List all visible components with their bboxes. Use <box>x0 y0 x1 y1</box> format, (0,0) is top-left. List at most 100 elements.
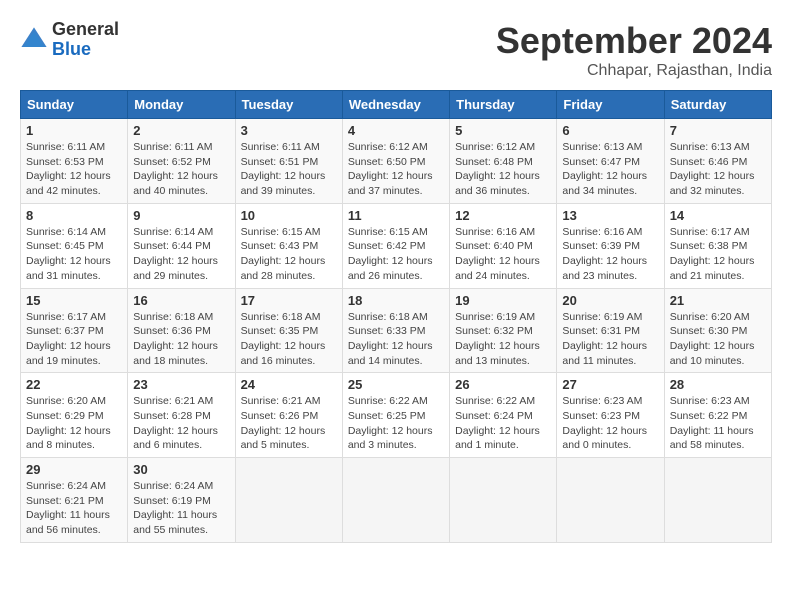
day-number: 12 <box>455 208 551 223</box>
day-number: 26 <box>455 377 551 392</box>
day-number: 22 <box>26 377 122 392</box>
day-number: 11 <box>348 208 444 223</box>
column-header-friday: Friday <box>557 91 664 119</box>
day-number: 27 <box>562 377 658 392</box>
day-info: Sunrise: 6:21 AMSunset: 6:28 PMDaylight:… <box>133 394 229 453</box>
calendar-cell: 18 Sunrise: 6:18 AMSunset: 6:33 PMDayligh… <box>342 288 449 373</box>
calendar-cell: 30Sunrise: 6:24 AMSunset: 6:19 PMDayligh… <box>128 458 235 543</box>
column-header-tuesday: Tuesday <box>235 91 342 119</box>
calendar-cell <box>450 458 557 543</box>
calendar-cell: 8 Sunrise: 6:14 AMSunset: 6:45 PMDaylight… <box>21 203 128 288</box>
day-number: 18 <box>348 293 444 308</box>
day-number: 21 <box>670 293 766 308</box>
day-info: Sunrise: 6:13 AMSunset: 6:47 PMDaylight:… <box>562 140 658 199</box>
month-title: September 2024 <box>496 20 772 62</box>
week-row-1: 1Sunrise: 6:11 AMSunset: 6:53 PMDaylight… <box>21 119 772 204</box>
day-info: Sunrise: 6:14 AMSunset: 6:44 PMDaylight:… <box>133 225 229 284</box>
day-info: Sunrise: 6:24 AMSunset: 6:21 PMDaylight:… <box>26 479 122 538</box>
day-info: Sunrise: 6:20 AMSunset: 6:29 PMDaylight:… <box>26 394 122 453</box>
column-header-saturday: Saturday <box>664 91 771 119</box>
column-header-sunday: Sunday <box>21 91 128 119</box>
day-info: Sunrise: 6:11 AMSunset: 6:52 PMDaylight:… <box>133 140 229 199</box>
week-row-3: 15Sunrise: 6:17 AMSunset: 6:37 PMDayligh… <box>21 288 772 373</box>
day-number: 2 <box>133 123 229 138</box>
day-info: Sunrise: 6:18 AMSunset: 6:33 PMDaylight:… <box>348 310 444 369</box>
day-info: Sunrise: 6:15 AMSunset: 6:43 PMDaylight:… <box>241 225 337 284</box>
day-info: Sunrise: 6:23 AMSunset: 6:22 PMDaylight:… <box>670 394 766 453</box>
day-number: 17 <box>241 293 337 308</box>
calendar-cell: 9 Sunrise: 6:14 AMSunset: 6:44 PMDaylight… <box>128 203 235 288</box>
calendar-cell: 2 Sunrise: 6:11 AMSunset: 6:52 PMDaylight… <box>128 119 235 204</box>
calendar-cell: 27 Sunrise: 6:23 AMSunset: 6:23 PMDayligh… <box>557 373 664 458</box>
calendar-cell <box>235 458 342 543</box>
calendar-cell: 20 Sunrise: 6:19 AMSunset: 6:31 PMDayligh… <box>557 288 664 373</box>
calendar-cell: 6Sunrise: 6:13 AMSunset: 6:47 PMDaylight… <box>557 119 664 204</box>
calendar-cell: 21Sunrise: 6:20 AMSunset: 6:30 PMDayligh… <box>664 288 771 373</box>
calendar-cell: 3Sunrise: 6:11 AMSunset: 6:51 PMDaylight… <box>235 119 342 204</box>
week-row-5: 29 Sunrise: 6:24 AMSunset: 6:21 PMDayligh… <box>21 458 772 543</box>
day-number: 13 <box>562 208 658 223</box>
logo-general-text: General <box>52 20 119 40</box>
week-row-2: 8 Sunrise: 6:14 AMSunset: 6:45 PMDaylight… <box>21 203 772 288</box>
calendar-cell: 16Sunrise: 6:18 AMSunset: 6:36 PMDayligh… <box>128 288 235 373</box>
day-info: Sunrise: 6:12 AMSunset: 6:48 PMDaylight:… <box>455 140 551 199</box>
day-info: Sunrise: 6:17 AMSunset: 6:37 PMDaylight:… <box>26 310 122 369</box>
calendar-cell: 19Sunrise: 6:19 AMSunset: 6:32 PMDayligh… <box>450 288 557 373</box>
day-info: Sunrise: 6:11 AMSunset: 6:51 PMDaylight:… <box>241 140 337 199</box>
calendar-cell: 5 Sunrise: 6:12 AMSunset: 6:48 PMDaylight… <box>450 119 557 204</box>
day-number: 10 <box>241 208 337 223</box>
calendar-body: 1Sunrise: 6:11 AMSunset: 6:53 PMDaylight… <box>21 119 772 543</box>
calendar-cell: 13 Sunrise: 6:16 AMSunset: 6:39 PMDayligh… <box>557 203 664 288</box>
calendar-cell: 11 Sunrise: 6:15 AMSunset: 6:42 PMDayligh… <box>342 203 449 288</box>
calendar-cell: 10 Sunrise: 6:15 AMSunset: 6:43 PMDayligh… <box>235 203 342 288</box>
title-block: September 2024 Chhapar, Rajasthan, India <box>496 20 772 80</box>
day-info: Sunrise: 6:11 AMSunset: 6:53 PMDaylight:… <box>26 140 122 199</box>
calendar-cell: 14Sunrise: 6:17 AMSunset: 6:38 PMDayligh… <box>664 203 771 288</box>
page-header: General Blue September 2024 Chhapar, Raj… <box>20 20 772 80</box>
calendar-cell <box>557 458 664 543</box>
column-headers-row: SundayMondayTuesdayWednesdayThursdayFrid… <box>21 91 772 119</box>
day-number: 8 <box>26 208 122 223</box>
day-info: Sunrise: 6:19 AMSunset: 6:31 PMDaylight:… <box>562 310 658 369</box>
day-info: Sunrise: 6:14 AMSunset: 6:45 PMDaylight:… <box>26 225 122 284</box>
location-text: Chhapar, Rajasthan, India <box>496 62 772 80</box>
calendar-cell: 12 Sunrise: 6:16 AMSunset: 6:40 PMDayligh… <box>450 203 557 288</box>
calendar-cell: 24 Sunrise: 6:21 AMSunset: 6:26 PMDayligh… <box>235 373 342 458</box>
column-header-monday: Monday <box>128 91 235 119</box>
day-info: Sunrise: 6:15 AMSunset: 6:42 PMDaylight:… <box>348 225 444 284</box>
day-number: 29 <box>26 462 122 477</box>
column-header-thursday: Thursday <box>450 91 557 119</box>
day-number: 7 <box>670 123 766 138</box>
day-number: 24 <box>241 377 337 392</box>
calendar-cell: 26Sunrise: 6:22 AMSunset: 6:24 PMDayligh… <box>450 373 557 458</box>
day-number: 5 <box>455 123 551 138</box>
day-info: Sunrise: 6:21 AMSunset: 6:26 PMDaylight:… <box>241 394 337 453</box>
day-info: Sunrise: 6:23 AMSunset: 6:23 PMDaylight:… <box>562 394 658 453</box>
calendar-cell <box>342 458 449 543</box>
day-info: Sunrise: 6:16 AMSunset: 6:39 PMDaylight:… <box>562 225 658 284</box>
day-info: Sunrise: 6:24 AMSunset: 6:19 PMDaylight:… <box>133 479 229 538</box>
day-number: 23 <box>133 377 229 392</box>
calendar-cell: 17 Sunrise: 6:18 AMSunset: 6:35 PMDayligh… <box>235 288 342 373</box>
calendar-cell: 7 Sunrise: 6:13 AMSunset: 6:46 PMDaylight… <box>664 119 771 204</box>
day-number: 28 <box>670 377 766 392</box>
day-info: Sunrise: 6:16 AMSunset: 6:40 PMDaylight:… <box>455 225 551 284</box>
calendar-cell: 4Sunrise: 6:12 AMSunset: 6:50 PMDaylight… <box>342 119 449 204</box>
day-info: Sunrise: 6:12 AMSunset: 6:50 PMDaylight:… <box>348 140 444 199</box>
calendar-cell: 25 Sunrise: 6:22 AMSunset: 6:25 PMDayligh… <box>342 373 449 458</box>
day-number: 25 <box>348 377 444 392</box>
day-number: 9 <box>133 208 229 223</box>
calendar-cell: 29 Sunrise: 6:24 AMSunset: 6:21 PMDayligh… <box>21 458 128 543</box>
column-header-wednesday: Wednesday <box>342 91 449 119</box>
logo: General Blue <box>20 20 119 60</box>
calendar-cell <box>664 458 771 543</box>
day-info: Sunrise: 6:17 AMSunset: 6:38 PMDaylight:… <box>670 225 766 284</box>
day-number: 20 <box>562 293 658 308</box>
day-info: Sunrise: 6:13 AMSunset: 6:46 PMDaylight:… <box>670 140 766 199</box>
day-info: Sunrise: 6:22 AMSunset: 6:25 PMDaylight:… <box>348 394 444 453</box>
day-info: Sunrise: 6:18 AMSunset: 6:36 PMDaylight:… <box>133 310 229 369</box>
day-info: Sunrise: 6:18 AMSunset: 6:35 PMDaylight:… <box>241 310 337 369</box>
calendar-cell: 23 Sunrise: 6:21 AMSunset: 6:28 PMDayligh… <box>128 373 235 458</box>
calendar-cell: 15Sunrise: 6:17 AMSunset: 6:37 PMDayligh… <box>21 288 128 373</box>
week-row-4: 22 Sunrise: 6:20 AMSunset: 6:29 PMDayligh… <box>21 373 772 458</box>
